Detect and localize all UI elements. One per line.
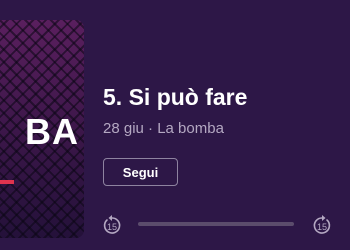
skip-back-seconds: 15 (106, 222, 117, 232)
follow-button[interactable]: Segui (103, 158, 178, 186)
episode-cover-art[interactable]: BA (0, 20, 84, 238)
skip-back-button[interactable]: 15 (102, 213, 122, 237)
skip-forward-button[interactable]: 15 (312, 213, 332, 237)
skip-forward-seconds: 15 (316, 222, 327, 232)
cover-art-accent-stripe (0, 180, 14, 184)
cover-art-text: BA (25, 111, 79, 152)
episode-title: 5. Si può fare (103, 84, 248, 110)
episode-meta: 28 giu · La bomba (103, 120, 224, 137)
playback-progress-bar[interactable] (138, 222, 294, 226)
